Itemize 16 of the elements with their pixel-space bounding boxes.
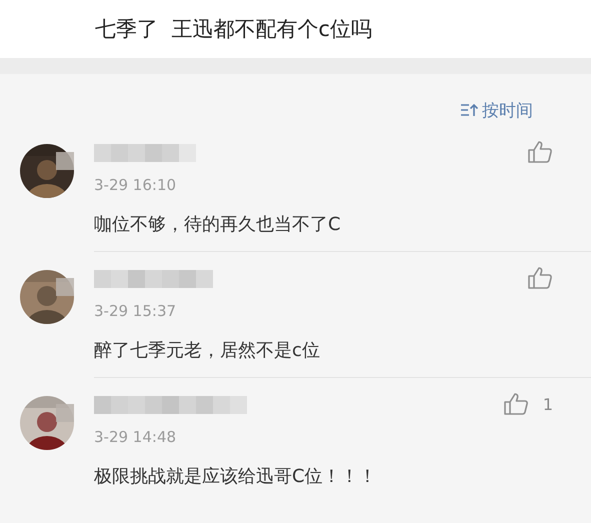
comment-text: 咖位不够，待的再久也当不了C xyxy=(94,213,342,236)
comment-time: 3-29 14:48 xyxy=(94,428,178,446)
thumbs-up-icon[interactable] xyxy=(502,392,529,416)
post-title: 七季了 王迅都不配有个c位吗 xyxy=(95,16,372,43)
thumbs-up-icon[interactable] xyxy=(527,140,553,164)
like-count: 1 xyxy=(542,394,553,414)
comment-text: 极限挑战就是应该给迅哥C位！！！ xyxy=(94,465,378,488)
comment-text: 醉了七季元老，居然不是c位 xyxy=(94,339,321,362)
sort-button[interactable]: 按时间 xyxy=(460,94,533,126)
blurred-patch xyxy=(56,404,74,422)
comment-time: 3-29 15:37 xyxy=(94,302,178,320)
blurred-patch xyxy=(56,278,74,296)
thumbs-up-icon[interactable] xyxy=(527,266,553,290)
sort-icon xyxy=(460,103,478,117)
blurred-patch xyxy=(56,152,74,170)
comment-time: 3-29 16:10 xyxy=(94,176,178,194)
